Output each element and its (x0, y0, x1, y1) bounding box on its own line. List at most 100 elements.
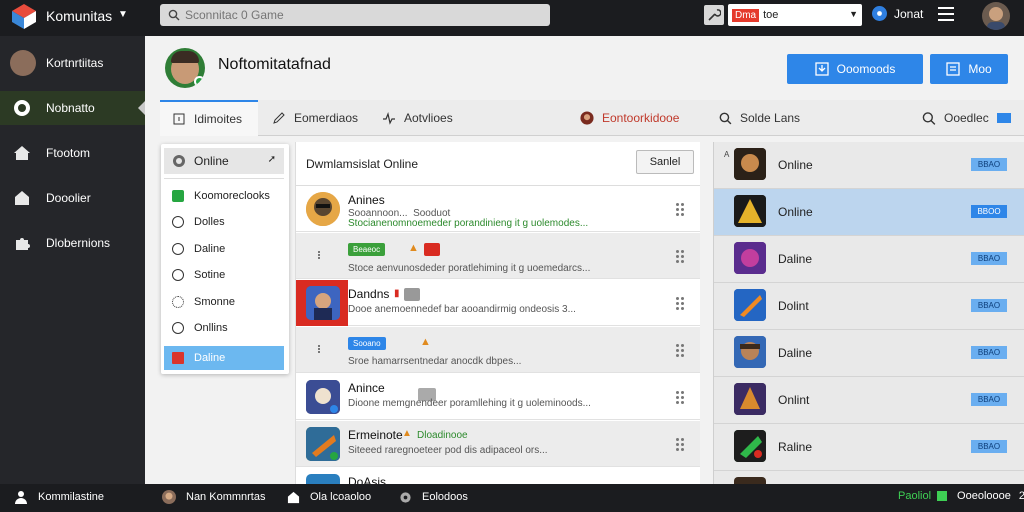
tab-comments[interactable]: Eomerdiaos (272, 100, 372, 136)
selection-indicator (138, 101, 145, 115)
game-status: Onlint (778, 393, 810, 407)
status-option[interactable]: Daline (164, 346, 284, 370)
avatar[interactable] (982, 2, 1010, 30)
game-item[interactable]: Raline BBAO (714, 424, 1024, 471)
list-item[interactable]: DoAsis (296, 468, 700, 484)
pencil-icon (272, 111, 286, 125)
friend-name: Ermeinote (348, 428, 403, 442)
game-item[interactable] (714, 471, 1024, 484)
avatar (306, 380, 340, 414)
drag-handle-icon[interactable] (675, 390, 687, 404)
status-option[interactable]: Daline (164, 237, 284, 261)
avatar (306, 286, 340, 320)
drag-handle-icon[interactable] (675, 202, 687, 216)
sidebar-item-store[interactable]: Ftootom (0, 136, 145, 170)
tab-activities[interactable]: Aotvlioes (382, 100, 482, 136)
game-action-button[interactable]: BBOO (971, 205, 1007, 218)
chat-bubble-icon (173, 155, 185, 167)
list-item[interactable]: Dandns ▮ Dooe anemoennedef bar aooandirm… (296, 280, 700, 326)
list-item[interactable]: Beaeoc ▲ Stoce aenvunosdeder poratlehimi… (296, 233, 700, 279)
status-option[interactable]: Onllins (164, 316, 284, 340)
game-item[interactable]: Dolint BBAO (714, 283, 1024, 330)
avatar[interactable] (165, 48, 205, 88)
list-item[interactable]: Sooano ▲ Sroe hamarrsentnedar anocdk dbp… (296, 327, 700, 373)
drag-handle-icon[interactable] (675, 437, 687, 451)
sidebar-item-label: Dooolier (46, 191, 91, 205)
sidebar-item-profile[interactable]: Kortnrtiitas (0, 46, 145, 80)
game-status: Online (778, 205, 813, 219)
game-status: Dolint (778, 299, 809, 313)
game-action-button[interactable]: BBAO (971, 252, 1007, 265)
friend-activity: Sroe hamarrsentnedar anocdk dbpes... (348, 356, 522, 367)
region-select[interactable]: Dma toe ▼ (728, 4, 862, 26)
level-badge (404, 288, 420, 301)
tab-search-lans[interactable]: Solde Lans (718, 100, 818, 136)
drag-handle-icon[interactable] (675, 249, 687, 263)
list-icon (946, 62, 960, 76)
download-icon (814, 62, 829, 76)
list-item[interactable]: Anines Sooannoon... Sooduot Stocianenomn… (296, 186, 700, 232)
sidebar: Kortnrtiitas Nobnatto Ftootom Dooolier D… (0, 36, 145, 484)
search-bar[interactable] (160, 4, 550, 26)
game-icon (734, 289, 766, 321)
user-status-icon (872, 6, 887, 21)
bottom-settings-item[interactable]: Eolodoos (398, 490, 468, 504)
app-logo-icon[interactable] (10, 2, 38, 30)
game-item[interactable]: Daline BBAO (714, 330, 1024, 377)
bottom-store-item[interactable]: Ola lcoaoloo (286, 490, 371, 504)
avatar (306, 427, 340, 461)
friends-list: Dwmlamsislat Online Sanlel Anines Sooann… (295, 142, 700, 484)
tab-label: Aotvlioes (404, 111, 453, 125)
online-status-icon (194, 76, 205, 87)
tab-search-filter[interactable]: Ooedlec (922, 100, 1022, 136)
game-action-button[interactable]: BBAO (971, 158, 1007, 171)
sidebar-item-downloads[interactable]: Dlobernions (0, 226, 145, 260)
main-panel: Noftomitatafnad Ooomoods Moo Idimoites E… (145, 36, 1024, 484)
game-item[interactable]: Onlint BBAO (714, 377, 1024, 424)
connection-status[interactable]: Paoliol Ooeoloooe 2 (898, 490, 1024, 502)
tab-contacts[interactable]: Eontoorkidooe (580, 100, 700, 136)
list-item[interactable]: Anince Dioone memgnendeer poramllehing i… (296, 374, 700, 420)
drag-handle-icon[interactable] (316, 344, 322, 356)
search-button[interactable]: Sanlel (636, 150, 694, 174)
game-action-button[interactable]: BBAO (971, 440, 1007, 453)
bottom-app-item[interactable]: Kommilastine (14, 490, 104, 504)
game-item[interactable]: A Online BBAO (714, 142, 1024, 189)
status-option[interactable]: Smonne (164, 290, 284, 314)
user-menu[interactable]: Jonat (872, 6, 923, 21)
tools-button[interactable] (704, 5, 724, 25)
sidebar-item-home[interactable]: Nobnatto (0, 91, 145, 125)
game-icon (734, 477, 766, 484)
bottom-user-item[interactable]: Nan Kommnrtas (162, 490, 265, 504)
game-status: Raline (778, 440, 813, 454)
game-item[interactable]: Online BBOO (714, 189, 1024, 236)
game-action-button[interactable]: BBAO (971, 299, 1007, 312)
app-name[interactable]: Komunitas (46, 8, 112, 24)
bottom-bar: Kommilastine Nan Kommnrtas Ola lcoaoloo … (0, 484, 1024, 512)
avatar (162, 490, 176, 504)
downloads-button[interactable]: Ooomoods (787, 54, 923, 84)
sidebar-item-library[interactable]: Dooolier (0, 181, 145, 215)
game-action-button[interactable]: BBAO (971, 346, 1007, 359)
arrow-icon: ➚ (267, 154, 276, 165)
games-list: A Online BBAO Online BBOO Daline BBAO Do… (713, 142, 1024, 484)
status-selected[interactable]: Online ➚ (164, 148, 284, 174)
game-action-button[interactable]: BBAO (971, 393, 1007, 406)
drag-handle-icon[interactable] (675, 343, 687, 357)
drag-handle-icon[interactable] (316, 250, 322, 262)
drag-handle-icon[interactable] (675, 296, 687, 310)
chevron-down-icon[interactable]: ▼ (118, 9, 128, 20)
tab-friends[interactable]: Idimoites (160, 100, 258, 136)
status-option[interactable]: Koomoreclooks (164, 184, 284, 208)
hamburger-menu-icon[interactable] (938, 7, 954, 21)
tab-label: Eontoorkidooe (602, 111, 680, 125)
search-input[interactable] (185, 8, 525, 22)
status-option[interactable]: Dolles (164, 210, 284, 234)
game-item[interactable]: Daline BBAO (714, 236, 1024, 283)
status-option[interactable]: Sotine (164, 263, 284, 287)
list-item[interactable]: Ermeinote ▲ Dloadinooe Siteeed raregnoet… (296, 421, 700, 467)
menu-button[interactable]: Moo (930, 54, 1008, 84)
offline-icon (172, 352, 184, 364)
flame-icon: ▲ (402, 428, 412, 439)
status-text: Ooeoloooe (957, 490, 1011, 502)
